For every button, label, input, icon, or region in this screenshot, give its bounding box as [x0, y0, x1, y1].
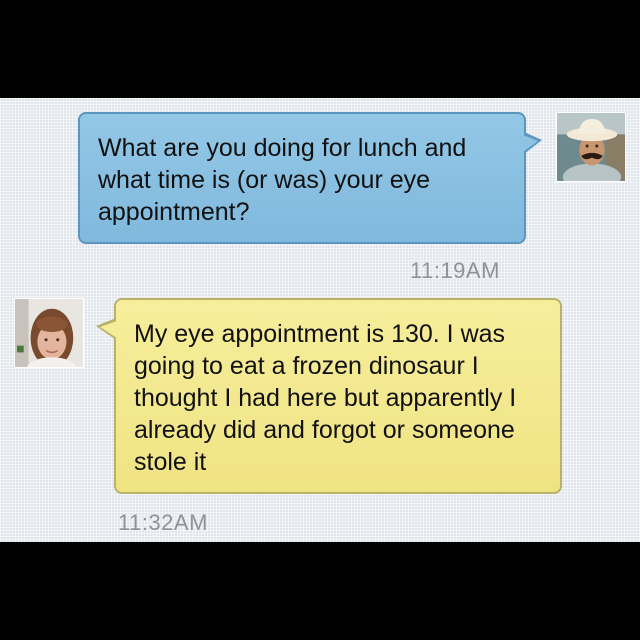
- message-timestamp: 11:32AM: [118, 510, 208, 535]
- message-text: My eye appointment is 130. I was going t…: [134, 320, 517, 476]
- photo-frame: What are you doing for lunch and what ti…: [0, 0, 640, 640]
- avatar-photo-icon: [15, 299, 83, 367]
- incoming-message-bubble[interactable]: My eye appointment is 130. I was going t…: [96, 298, 562, 494]
- avatar-photo-icon: [557, 113, 625, 181]
- message-text: What are you doing for lunch and what ti…: [98, 134, 467, 226]
- woman-avatar[interactable]: [14, 298, 84, 368]
- outgoing-message-bubble[interactable]: What are you doing for lunch and what ti…: [78, 112, 542, 244]
- conversation-view[interactable]: What are you doing for lunch and what ti…: [0, 98, 640, 542]
- cowboy-mustache-avatar[interactable]: [556, 112, 626, 182]
- message-timestamp: 11:19AM: [410, 258, 500, 283]
